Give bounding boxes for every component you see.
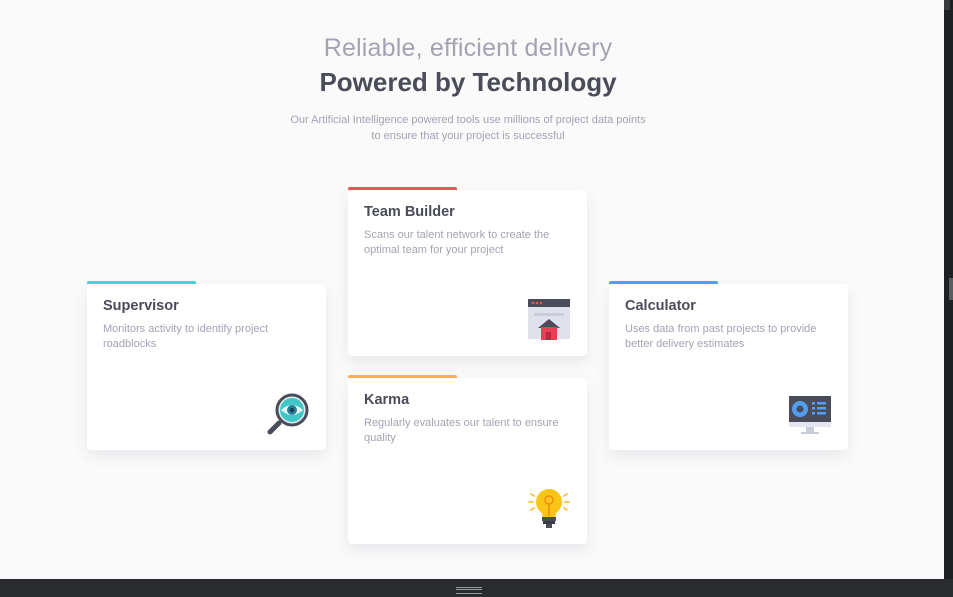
card-description: Monitors activity to identify project ro…: [103, 323, 269, 350]
section-header: Reliable, efficient delivery Powered by …: [0, 30, 936, 144]
resize-grip[interactable]: [949, 278, 953, 300]
card-accent-bar: [87, 281, 196, 284]
card-title: Calculator: [625, 298, 696, 314]
card-accent-bar: [609, 281, 718, 284]
card-description: Uses data from past projects to provide …: [625, 323, 817, 350]
card-accent-bar: [348, 187, 457, 190]
card-description: Regularly evaluates our talent to ensure…: [364, 417, 559, 444]
page: Reliable, efficient delivery Powered by …: [0, 0, 944, 579]
card-title: Team Builder: [364, 204, 455, 220]
window-edge: [944, 0, 953, 579]
magnifier-icon: [267, 393, 309, 435]
card-title: Supervisor: [103, 298, 179, 314]
section-intro: Our Artificial Intelligence powered tool…: [290, 114, 646, 142]
calculator-icon: [789, 396, 831, 434]
team-builder-icon: [528, 299, 570, 340]
window-corner: [944, 0, 950, 10]
drag-handle-icon[interactable]: [456, 587, 482, 594]
card-title: Karma: [364, 392, 410, 408]
card-accent-bar: [348, 375, 457, 378]
card-calculator: Calculator Uses data from past projects …: [609, 281, 848, 450]
card-supervisor: Supervisor Monitors activity to identify…: [87, 281, 326, 450]
lightbulb-icon: [528, 489, 570, 528]
bottom-panel-bar: [0, 579, 953, 597]
section-subtitle: Reliable, efficient delivery: [323, 34, 613, 62]
card-karma: Karma Regularly evaluates our talent to …: [348, 375, 587, 544]
card-team-builder: Team Builder Scans our talent network to…: [348, 187, 587, 356]
card-description: Scans our talent network to create the o…: [364, 229, 550, 256]
section-title: Powered by Technology: [319, 67, 617, 97]
